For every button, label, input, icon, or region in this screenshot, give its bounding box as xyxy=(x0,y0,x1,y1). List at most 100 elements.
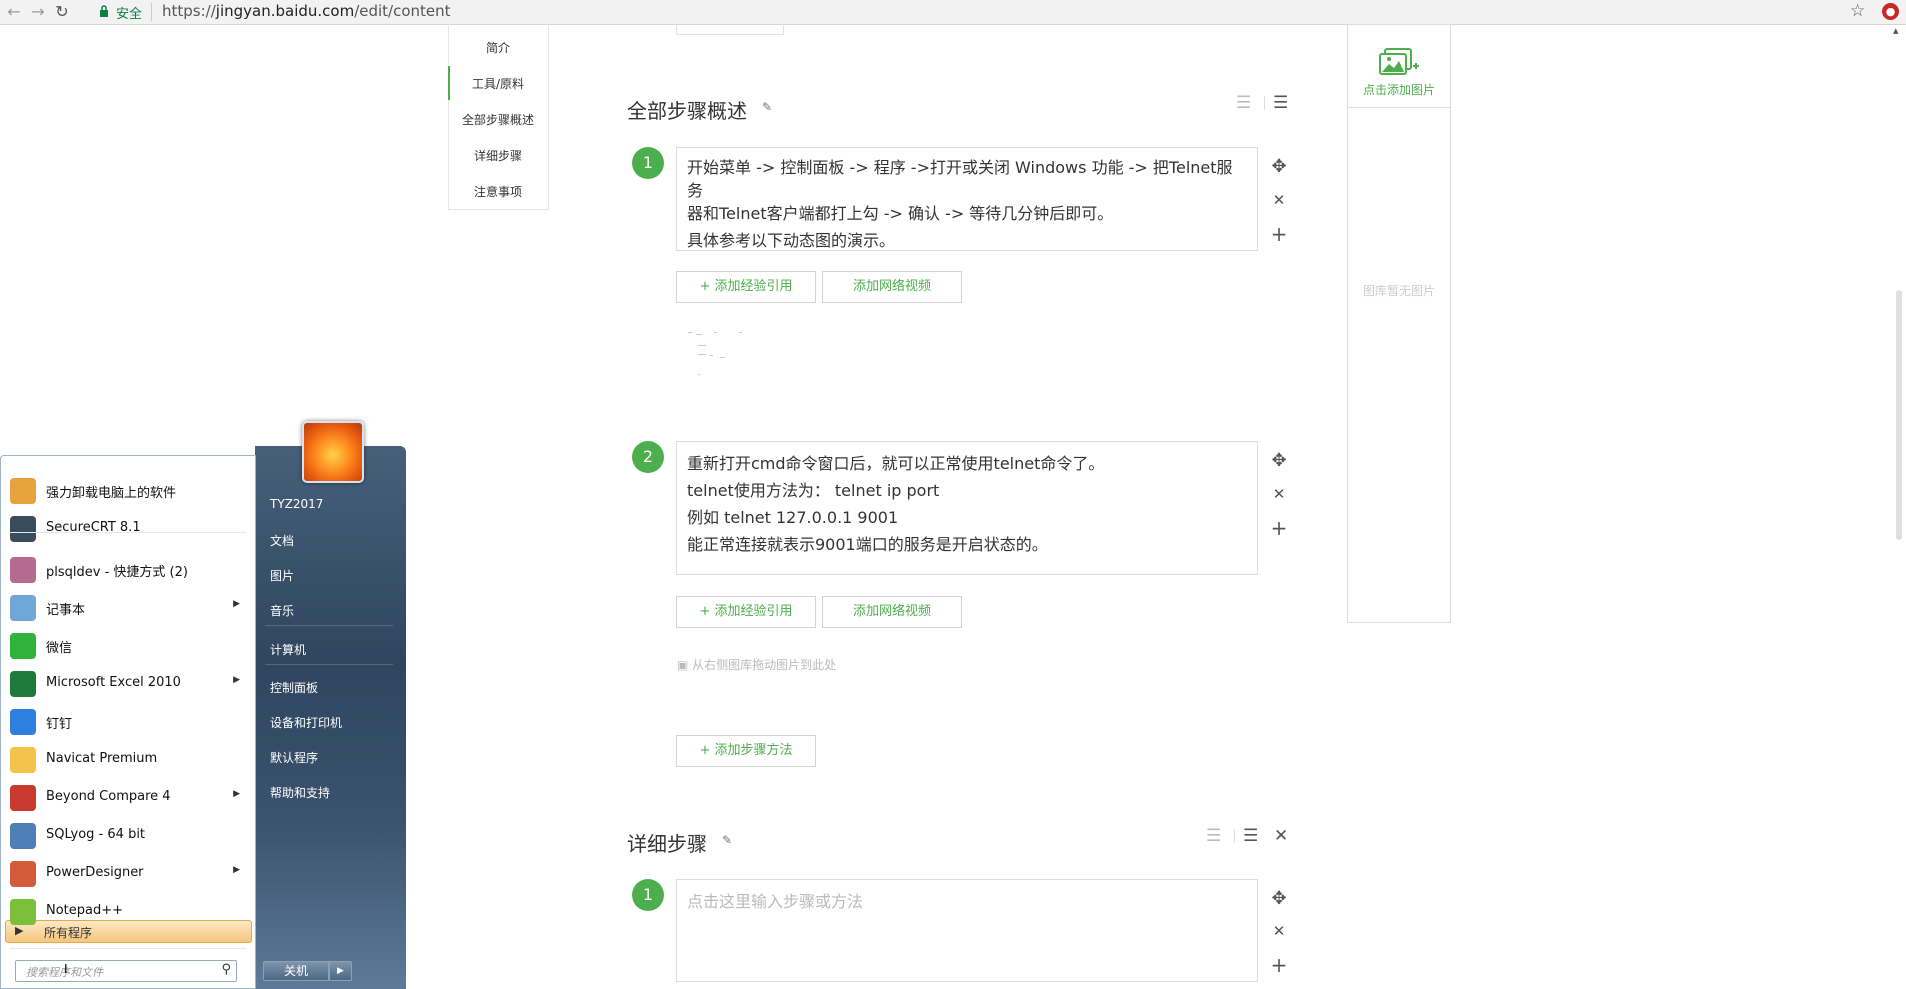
add-web-video-button[interactable]: 添加网络视频 xyxy=(822,271,962,303)
url-path: /edit/content xyxy=(354,2,451,20)
program-label: 强力卸载电脑上的软件 xyxy=(46,486,177,501)
step-line: 开始菜单 -> 控制面板 -> 程序 ->打开或关闭 Windows 功能 ->… xyxy=(687,158,1233,200)
gallery-empty-label: 图库暂无图片 xyxy=(1362,284,1435,298)
shutdown-options-arrow-icon[interactable]: ▶ xyxy=(329,961,352,981)
start-menu-link[interactable]: TYZ2017 xyxy=(270,497,323,511)
add-step-icon[interactable]: + xyxy=(1269,953,1289,977)
back-icon[interactable]: ← xyxy=(4,2,24,22)
move-step-icon[interactable]: ✥ xyxy=(1269,450,1289,471)
add-step-icon[interactable]: + xyxy=(1269,516,1289,540)
move-step-icon[interactable]: ✥ xyxy=(1269,156,1289,177)
program-item[interactable]: 微信 xyxy=(6,628,250,662)
program-item[interactable]: Microsoft Excel 2010 ▶ xyxy=(6,666,250,700)
program-label: PowerDesigner xyxy=(46,865,144,880)
start-menu-link[interactable]: 控制面板 xyxy=(270,679,318,696)
add-experience-ref-button[interactable]: + 添加经验引用 xyxy=(676,271,816,303)
step-line: 能正常连接就表示9001端口的服务是开启状态的。 xyxy=(687,535,1048,554)
links-separator xyxy=(265,664,393,665)
program-item[interactable]: 强力卸载电脑上的软件 xyxy=(6,473,250,507)
delete-step-icon[interactable]: ✕ xyxy=(1269,191,1289,209)
shutdown-button[interactable]: 关机 xyxy=(263,961,329,981)
program-label: 钉钉 xyxy=(46,717,73,732)
delete-step-icon[interactable]: ✕ xyxy=(1269,922,1289,940)
close-section-icon[interactable]: ✕ xyxy=(1274,826,1288,846)
plsqldev-icon xyxy=(10,557,36,583)
dingtalk-icon xyxy=(10,709,36,735)
notepad-icon xyxy=(10,595,36,621)
nav-item-notes[interactable]: 注意事项 xyxy=(449,183,547,200)
program-item[interactable]: SQLyog - 64 bit xyxy=(6,818,250,852)
excel-icon xyxy=(10,671,36,697)
add-step-icon[interactable]: + xyxy=(1269,222,1289,246)
overview-title: 全部步骤概述 xyxy=(627,99,747,123)
start-menu-link[interactable]: 帮助和支持 xyxy=(270,784,330,801)
start-menu-link[interactable]: 图片 xyxy=(270,567,294,584)
forward-icon[interactable]: → xyxy=(28,2,48,22)
nav-item-detail-steps[interactable]: 详细步骤 xyxy=(449,147,547,164)
step-number-badge: 2 xyxy=(632,441,664,473)
text-cursor-icon: I xyxy=(64,962,68,976)
delete-step-icon[interactable]: ✕ xyxy=(1269,485,1289,503)
nav-item-intro[interactable]: 简介 xyxy=(449,39,547,56)
toolbar-divider xyxy=(1264,96,1265,110)
image-icon: ▣ xyxy=(677,658,693,672)
start-menu-link[interactable]: 音乐 xyxy=(270,602,294,619)
scroll-up-icon[interactable]: ▴ xyxy=(1893,24,1899,37)
step-line: 具体参考以下动态图的演示。 xyxy=(687,231,896,250)
unordered-list-icon[interactable]: ☰ xyxy=(1273,93,1288,113)
step-text-editor[interactable]: 开始菜单 -> 控制面板 -> 程序 ->打开或关闭 Windows 功能 ->… xyxy=(676,147,1258,251)
add-experience-ref-button[interactable]: + 添加经验引用 xyxy=(676,596,816,628)
start-menu-link[interactable]: 文档 xyxy=(270,532,294,549)
program-label: Microsoft Excel 2010 xyxy=(46,675,181,690)
start-search-input[interactable]: 搜索程序和文件 ⚲ xyxy=(15,960,237,982)
program-label: Notepad++ xyxy=(46,903,124,918)
address-bar[interactable]: https://jingyan.baidu.com/edit/content xyxy=(162,2,451,20)
extension-icon[interactable]: ● xyxy=(1882,3,1899,20)
sqlyog-icon xyxy=(10,823,36,849)
program-item[interactable]: Navicat Premium xyxy=(6,742,250,776)
edit-pencil-icon[interactable]: ✎ xyxy=(722,833,732,847)
program-item[interactable]: Notepad++ xyxy=(6,894,250,928)
program-item[interactable]: SecureCRT 8.1 xyxy=(6,511,250,545)
start-menu-link[interactable]: 设备和打印机 xyxy=(270,714,342,731)
step-number-badge: 1 xyxy=(632,147,664,179)
image-gallery-panel xyxy=(1347,24,1451,623)
add-image-icon[interactable] xyxy=(1377,46,1421,76)
gallery-add-label[interactable]: 点击添加图片 xyxy=(1347,81,1451,98)
wechat-icon xyxy=(10,633,36,659)
program-item[interactable]: 钉钉 xyxy=(6,704,250,738)
links-separator xyxy=(265,625,393,626)
program-item[interactable]: 记事本 ▶ xyxy=(6,590,250,624)
toolbar-divider xyxy=(1234,829,1235,843)
unordered-list-icon[interactable]: ☰ xyxy=(1243,826,1258,846)
program-item[interactable]: PowerDesigner ▶ xyxy=(6,856,250,890)
page-scrollbar[interactable] xyxy=(1896,290,1902,540)
nav-item-overview[interactable]: 全部步骤概述 xyxy=(449,111,547,128)
step-text-editor[interactable]: 重新打开cmd命令窗口后，就可以正常使用telnet命令了。 telnet使用方… xyxy=(676,441,1258,575)
program-item[interactable]: plsqldev - 快捷方式 (2) xyxy=(6,552,250,586)
ordered-list-icon[interactable]: ☰ xyxy=(1206,826,1221,846)
secure-label: 安全 xyxy=(116,7,143,22)
program-label: Beyond Compare 4 xyxy=(46,789,171,804)
ordered-list-icon[interactable]: ☰ xyxy=(1236,93,1251,113)
start-menu-link[interactable]: 计算机 xyxy=(270,641,306,658)
detail-step-editor[interactable]: 点击这里输入步骤或方法 xyxy=(676,879,1258,982)
add-web-video-button[interactable]: 添加网络视频 xyxy=(822,596,962,628)
program-label: SQLyog - 64 bit xyxy=(46,827,146,842)
nav-item-tools[interactable]: 工具/原料 xyxy=(449,75,547,92)
user-avatar[interactable] xyxy=(302,421,364,483)
detail-steps-title: 详细步骤 xyxy=(627,832,707,856)
move-step-icon[interactable]: ✥ xyxy=(1269,888,1289,909)
bookmark-star-icon[interactable]: ☆ xyxy=(1850,1,1865,21)
drag-image-hint: ▣ 从右侧图库拖动图片到此处 xyxy=(677,658,837,672)
submenu-arrow-icon: ▶ xyxy=(233,675,240,685)
program-item[interactable]: Beyond Compare 4 ▶ xyxy=(6,780,250,814)
edit-pencil-icon[interactable]: ✎ xyxy=(762,100,772,114)
beyond-compare-icon xyxy=(10,785,36,811)
start-menu-link[interactable]: 默认程序 xyxy=(270,749,318,766)
program-label: 记事本 xyxy=(46,603,86,618)
add-step-method-button[interactable]: + 添加步骤方法 xyxy=(676,735,816,767)
reload-icon[interactable]: ↻ xyxy=(52,2,72,22)
step-line: 器和Telnet客户端都打上勾 -> 确认 -> 等待几分钟后即可。 xyxy=(687,204,1114,223)
navicat-icon xyxy=(10,747,36,773)
